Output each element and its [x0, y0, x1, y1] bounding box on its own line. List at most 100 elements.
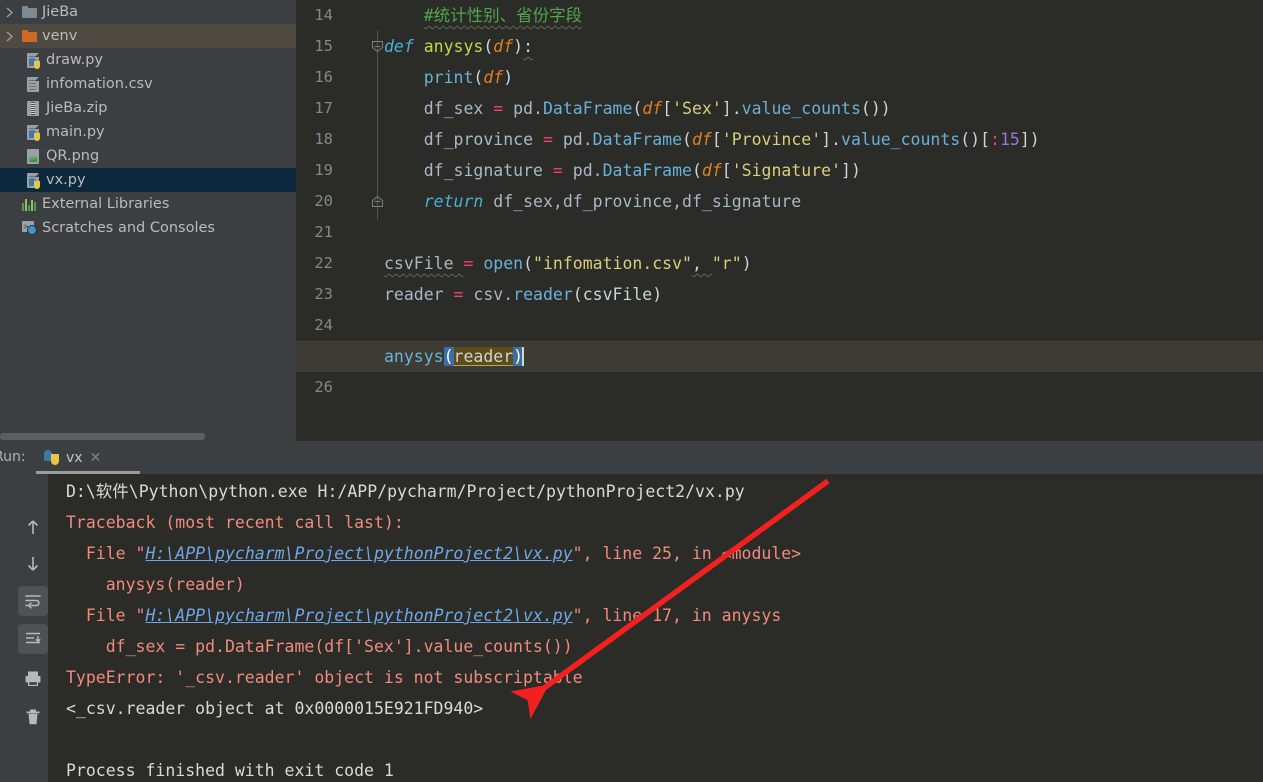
console-toolbar[interactable]: [0, 474, 48, 782]
code-token: [414, 37, 424, 56]
tree-item-infomation-csv[interactable]: infomation.csv: [0, 72, 296, 96]
console-output[interactable]: D:\软件\Python\python.exe H:/APP/pycharm/P…: [48, 474, 1263, 782]
tree-item-venv[interactable]: venv: [0, 24, 296, 48]
console-text: TypeError: '_csv.reader' object is not s…: [66, 668, 583, 687]
code-line[interactable]: def anysys(df):: [384, 31, 533, 62]
console-text: Traceback (most recent call last):: [66, 513, 404, 532]
console-text: D:\软件\Python\python.exe H:/APP/pycharm/P…: [66, 482, 745, 501]
code-token: 'Province': [722, 130, 821, 149]
code-line[interactable]: anysys(reader): [384, 341, 524, 372]
project-tree-panel[interactable]: JieBavenvdraw.pyinfomation.csvJieBa.zipm…: [0, 0, 296, 432]
code-line[interactable]: #统计性别、省份字段: [384, 0, 582, 31]
code-line[interactable]: reader = csv.reader(csvFile): [384, 279, 662, 310]
line-number: 19: [299, 161, 333, 179]
console-text: df_sex = pd.DataFrame(df['Sex'].value_co…: [66, 637, 573, 656]
code-editor[interactable]: 14151617181920212223242526 #统计性别、省份字段def…: [296, 0, 1263, 441]
text-caret: [522, 347, 524, 366]
code-line[interactable]: df_sex = pd.DataFrame(df['Sex'].value_co…: [384, 93, 891, 124]
line-number: 16: [299, 68, 333, 86]
run-tab-vx[interactable]: vx ✕: [38, 441, 109, 474]
console-line: TypeError: '_csv.reader' object is not s…: [66, 662, 583, 693]
python-file-icon: [22, 168, 44, 192]
console-line: Traceback (most recent call last):: [66, 507, 404, 538]
text-file-icon: [22, 72, 44, 96]
archive-file-icon: [22, 96, 44, 120]
code-token: :: [523, 37, 533, 56]
code-token: ): [513, 37, 523, 56]
line-number: 14: [299, 6, 333, 24]
up-arrow-icon[interactable]: [18, 512, 48, 542]
code-token: [384, 68, 424, 87]
tree-item-vx-py[interactable]: vx.py: [0, 168, 296, 192]
line-number: 20: [299, 192, 333, 210]
code-line[interactable]: return df_sex,df_province,df_signature: [384, 186, 801, 217]
code-token: "r": [712, 254, 742, 273]
close-icon[interactable]: ✕: [90, 449, 102, 466]
line-number: 24: [299, 316, 333, 334]
tree-item-main-py[interactable]: main.py: [0, 120, 296, 144]
trash-icon[interactable]: [18, 702, 48, 732]
code-token: DataFrame: [543, 99, 632, 118]
python-file-icon: [22, 48, 44, 72]
code-token: (: [682, 130, 692, 149]
code-line[interactable]: csvFile = open("infomation.csv", "r"): [384, 248, 752, 279]
tree-item-qr-png[interactable]: QR.png: [0, 144, 296, 168]
code-token: ]): [841, 161, 861, 180]
console-text: ", line 25, in <module>: [573, 544, 801, 563]
code-token: df_province: [384, 130, 543, 149]
code-token: reader: [384, 285, 454, 304]
down-arrow-icon[interactable]: [18, 549, 48, 579]
code-token: (: [444, 347, 454, 366]
console-text: Process finished with exit code 1: [66, 761, 394, 780]
code-token: [: [722, 161, 732, 180]
console-text: File ": [66, 606, 145, 625]
print-icon[interactable]: [18, 664, 48, 694]
code-token: [384, 6, 424, 25]
console-line: File "H:\APP\pycharm\Project\pythonProje…: [66, 538, 801, 569]
code-token: (csvFile): [573, 285, 662, 304]
code-token: (: [483, 37, 493, 56]
fold-collapse-icon[interactable]: [371, 40, 384, 53]
chevron-right-icon[interactable]: [0, 24, 18, 48]
soft-wrap-icon[interactable]: [18, 586, 48, 616]
sidebar-horizontal-scrollbar[interactable]: [0, 432, 296, 441]
fold-end-icon[interactable]: [371, 195, 384, 208]
tree-item-label: Scratches and Consoles: [40, 220, 215, 236]
console-file-link[interactable]: H:\APP\pycharm\Project\pythonProject2\vx…: [145, 606, 572, 625]
code-token: return: [424, 192, 484, 211]
tree-item-jieba-zip[interactable]: JieBa.zip: [0, 96, 296, 120]
tree-item-jieba[interactable]: JieBa: [0, 0, 296, 24]
scrollbar-thumb[interactable]: [0, 433, 205, 440]
code-token: #统计性别、省份字段: [424, 6, 582, 25]
code-token: pd.: [503, 99, 543, 118]
code-line[interactable]: print(df): [384, 62, 513, 93]
code-line[interactable]: df_signature = pd.DataFrame(df['Signatur…: [384, 155, 861, 186]
code-token: [: [662, 99, 672, 118]
code-token: open: [483, 254, 523, 273]
tree-item-external-libraries[interactable]: External Libraries: [0, 192, 296, 216]
console-line: Process finished with exit code 1: [66, 755, 394, 782]
tree-item-label: QR.png: [44, 148, 99, 164]
folder-icon: [18, 0, 40, 24]
code-token: value_counts: [841, 130, 960, 149]
code-token: DataFrame: [603, 161, 692, 180]
chevron-right-icon[interactable]: [0, 0, 18, 24]
python-icon: [44, 450, 59, 465]
tree-item-label: vx.py: [44, 172, 86, 188]
tree-item-draw-py[interactable]: draw.py: [0, 48, 296, 72]
code-token: df_sex: [384, 99, 493, 118]
tree-item-scratches-and-consoles[interactable]: >_Scratches and Consoles: [0, 216, 296, 240]
code-token: DataFrame: [593, 130, 682, 149]
pycharm-window: JieBavenvdraw.pyinfomation.csvJieBa.zipm…: [0, 0, 1263, 782]
scroll-to-end-icon[interactable]: [18, 624, 48, 654]
console-file-link[interactable]: H:\APP\pycharm\Project\pythonProject2\vx…: [145, 544, 572, 563]
code-token: [473, 254, 483, 273]
code-token: ): [503, 68, 513, 87]
editor-gutter[interactable]: 14151617181920212223242526: [296, 0, 377, 441]
folder-icon: [18, 24, 40, 48]
code-token: 15: [1000, 130, 1020, 149]
code-token: ()[: [960, 130, 990, 149]
console-line: anysys(reader): [66, 569, 245, 600]
code-line[interactable]: df_province = pd.DataFrame(df['Province'…: [384, 124, 1040, 155]
console-text: anysys(reader): [66, 575, 245, 594]
